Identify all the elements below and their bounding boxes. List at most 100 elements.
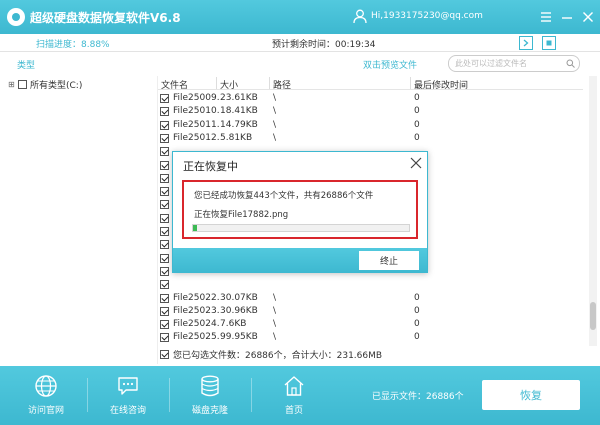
table-row[interactable]: File25022...30.07KB \ 0	[158, 292, 583, 305]
file-modified: 0	[414, 106, 420, 117]
recovery-dialog: 正在恢复中 您已经成功恢复443个文件，共有26886个文件 正在恢复File1…	[172, 151, 428, 273]
selection-summary: 您已勾选文件数：26886个，合计大小：231.66MB	[160, 348, 382, 361]
recovery-progress-bar	[192, 224, 410, 232]
row-checkbox[interactable]	[160, 253, 169, 263]
row-checkbox[interactable]	[160, 173, 169, 183]
close-icon[interactable]	[409, 156, 423, 170]
dialog-title: 正在恢复中	[183, 160, 238, 173]
summary-text: 您已勾选文件数：26886个，合计大小：231.66MB	[173, 351, 383, 361]
row-checkbox[interactable]	[160, 107, 169, 117]
user-account[interactable]: Hi,1933175230@qq.com	[371, 11, 483, 21]
row-checkbox[interactable]	[160, 200, 169, 210]
scrollbar-thumb[interactable]	[590, 302, 596, 330]
current-file: 正在恢复File17882.png	[194, 210, 289, 220]
tab-type[interactable]: 类型	[17, 58, 35, 71]
file-modified: 0	[414, 119, 420, 130]
home-button[interactable]: 首页	[254, 366, 334, 425]
file-path: \	[273, 119, 277, 130]
row-checkbox[interactable]	[160, 133, 169, 143]
expand-icon[interactable]: ⊞	[8, 80, 16, 89]
col-header-path[interactable]: 路径	[273, 78, 291, 91]
recovery-message: 您已经成功恢复443个文件，共有26886个文件	[194, 191, 374, 201]
table-row[interactable]: File25025...99.95KB \ 0	[158, 331, 583, 344]
table-row[interactable]: File25026...78.45KB\0	[158, 345, 583, 347]
row-checkbox[interactable]	[160, 333, 169, 343]
app-title: 超级硬盘数据恢复软件V6.8	[30, 11, 181, 25]
row-checkbox[interactable]	[160, 120, 169, 130]
file-modified: 0	[414, 132, 420, 143]
visit-website-button[interactable]: 访问官网	[6, 366, 86, 425]
file-modified: 0	[414, 319, 420, 330]
menu-icon[interactable]	[538, 9, 554, 25]
file-path: \	[273, 93, 277, 103]
nav-label: 首页	[284, 406, 303, 416]
file-size: 7.6KB	[220, 319, 247, 330]
stop-scan-button[interactable]	[542, 36, 556, 50]
file-name: File25024...	[173, 319, 219, 330]
file-size: 99.95KB	[220, 332, 258, 343]
stop-icon	[546, 40, 552, 46]
scan-progress-label: 扫描进度：8.88%	[36, 40, 110, 50]
row-checkbox[interactable]	[160, 293, 169, 303]
file-size: 30.07KB	[220, 292, 258, 303]
file-name: File25011...	[173, 119, 219, 130]
table-row[interactable]: File25009...23.61KB \ 0	[158, 92, 583, 105]
table-row[interactable]: File25010...18.41KB \ 0	[158, 105, 583, 118]
file-path: \	[273, 305, 277, 316]
home-icon	[284, 376, 304, 396]
search-icon[interactable]	[566, 59, 575, 68]
row-checkbox[interactable]	[160, 187, 169, 197]
file-path: \	[273, 132, 277, 143]
chevron-right-icon	[523, 39, 529, 47]
disk-clone-button[interactable]: 磁盘克隆	[170, 366, 250, 425]
row-checkbox[interactable]	[160, 94, 169, 103]
row-checkbox[interactable]	[160, 213, 169, 223]
col-header-size[interactable]: 大小	[220, 78, 238, 91]
file-name: File25012...	[173, 132, 219, 143]
file-size: 23.61KB	[220, 93, 258, 103]
online-consult-button[interactable]: 在线咨询	[88, 366, 168, 425]
table-row[interactable]: File25024...7.6KB \ 0	[158, 318, 583, 331]
filter-input[interactable]	[448, 55, 580, 72]
row-checkbox[interactable]	[160, 306, 169, 316]
row-checkbox[interactable]	[160, 160, 169, 170]
file-name: File25025...	[173, 332, 219, 343]
col-header-name[interactable]: 文件名	[161, 78, 188, 91]
remaining-time: 预计剩余时间：00:19:34	[272, 40, 376, 50]
close-window-icon[interactable]	[580, 9, 596, 25]
row-checkbox[interactable]	[160, 227, 169, 236]
file-modified: 0	[414, 305, 420, 316]
file-name: File25022...	[173, 292, 219, 303]
scan-progress-bar: 扫描进度：8.88% 预计剩余时间：00:19:34	[0, 34, 600, 52]
user-icon[interactable]	[353, 9, 367, 24]
dialog-footer: 终止	[173, 248, 427, 273]
recover-button[interactable]: 恢复	[482, 380, 580, 410]
database-icon	[201, 375, 219, 397]
tree-checkbox[interactable]	[18, 80, 27, 89]
select-all-checkbox[interactable]	[160, 350, 169, 359]
tree-node-all-types[interactable]: ⊞ 所有类型(C:)	[8, 78, 82, 91]
file-size: 5.81KB	[220, 132, 253, 143]
table-row[interactable]: File25011...14.79KB \ 0	[158, 119, 583, 132]
table-row[interactable]: File25023...30.96KB \ 0	[158, 305, 583, 318]
row-checkbox[interactable]	[160, 240, 169, 250]
row-checkbox[interactable]	[160, 320, 169, 330]
row-checkbox[interactable]	[160, 266, 169, 276]
app-logo-icon	[7, 8, 25, 26]
file-modified: 0	[414, 292, 420, 303]
row-checkbox[interactable]	[160, 147, 169, 157]
file-list-scrollbar[interactable]	[589, 76, 597, 346]
col-header-modified[interactable]: 最后修改时间	[414, 78, 468, 91]
file-path: \	[273, 106, 277, 117]
table-row[interactable]: File25012...5.81KB \ 0	[158, 132, 583, 145]
minimize-icon[interactable]	[559, 9, 575, 25]
stop-button[interactable]: 终止	[359, 251, 419, 270]
file-path: \	[273, 292, 277, 303]
resume-button[interactable]	[519, 36, 533, 50]
shown-files-count: 已显示文件：26886个	[372, 392, 464, 402]
toolbar: 类型 双击预览文件	[0, 54, 600, 74]
file-path: \	[273, 332, 277, 343]
table-row[interactable]	[158, 278, 583, 291]
tree-node-label: 所有类型(C:)	[30, 81, 83, 91]
row-checkbox[interactable]	[160, 280, 169, 290]
